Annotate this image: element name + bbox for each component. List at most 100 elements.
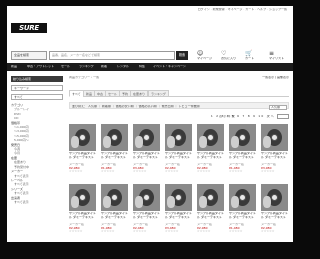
product-title[interactable]: サンプル商品タイトル ダミーテキスト <box>101 152 128 163</box>
nav-item[interactable]: 中古・アウトレット <box>27 65 54 69</box>
rating-stars: ☆☆☆☆☆ <box>101 169 115 174</box>
nav-item[interactable]: レンタル <box>117 65 129 69</box>
product-title[interactable]: サンプル商品タイトル ダミーテキスト <box>261 212 288 223</box>
nav-item[interactable]: イベント・キャンペーン <box>153 65 186 69</box>
preview-play-icon[interactable] <box>111 194 118 201</box>
mypage-label: マイページ <box>197 57 212 60</box>
product-title[interactable]: サンプル商品タイトル ダミーテキスト <box>197 212 224 223</box>
product-thumbnail[interactable] <box>229 124 256 151</box>
sidebar-filter-option[interactable]: すべて表示 <box>11 200 63 204</box>
site-logo[interactable]: SURE <box>11 23 47 33</box>
page-links[interactable]: 1 2 3 4 5 6 7 8 9 10 次へ <box>211 115 275 119</box>
rating-stars: ☆☆☆☆☆ <box>229 169 243 174</box>
preview-play-icon[interactable] <box>207 134 214 141</box>
tab-sale[interactable]: セール <box>105 90 121 97</box>
preview-play-icon[interactable] <box>271 194 278 201</box>
product-title[interactable]: サンプル商品タイトル ダミーテキスト <box>69 212 96 223</box>
search-category-select[interactable]: 全品を検索 <box>11 51 47 60</box>
product-card[interactable]: サンプル商品タイトル ダミーテキスト メーカー名 ¥1,480 ☆☆☆☆☆ <box>229 184 256 240</box>
preview-play-icon[interactable] <box>175 194 182 201</box>
preview-play-icon[interactable] <box>143 134 150 141</box>
product-thumbnail[interactable] <box>133 184 160 211</box>
product-title[interactable]: サンプル商品タイトル ダミーテキスト <box>197 152 224 163</box>
preview-play-icon[interactable] <box>207 194 214 201</box>
product-card[interactable]: サンプル商品タイトル ダミーテキスト メーカー名 ¥2,480 ☆☆☆☆☆ <box>133 184 160 240</box>
utility-links[interactable]: ログイン · 新規登録 · マイページ · カート · ヘルプ · ショップ一覧 <box>198 8 287 12</box>
product-title[interactable]: サンプル商品タイトル ダミーテキスト <box>69 152 96 163</box>
search-input[interactable]: 品番、品名、メーカー名などで検索 <box>49 51 175 60</box>
product-title[interactable]: サンプル商品タイトル ダミーテキスト <box>165 212 192 223</box>
product-title[interactable]: サンプル商品タイトル ダミーテキスト <box>133 212 160 223</box>
mylist-link[interactable]: ≡ マイリスト <box>269 51 293 61</box>
preview-play-icon[interactable] <box>79 194 86 201</box>
product-card[interactable]: サンプル商品タイトル ダミーテキスト メーカー名 ¥2,980 ☆☆☆☆☆ <box>261 184 288 240</box>
product-card[interactable]: サンプル商品タイトル ダミーテキスト メーカー名 ¥3,480 ☆☆☆☆☆ <box>165 184 192 240</box>
thumbnail-figure <box>71 196 79 208</box>
product-card[interactable]: サンプル商品タイトル ダミーテキスト メーカー名 ¥1,480 ☆☆☆☆☆ <box>229 124 256 180</box>
sort-options[interactable]: 並び替え： 人気順 ｜ 新着順 ｜ 価格の安い順 ｜ 価格の高い順 ｜ 発売日順… <box>72 105 200 109</box>
rating-stars: ☆☆☆☆☆ <box>69 169 83 174</box>
cart-link[interactable]: 🛒 カート <box>245 51 269 61</box>
nav-item[interactable]: 特集 <box>139 65 145 69</box>
favorites-link[interactable]: ♡ お気に入り <box>221 51 245 61</box>
product-thumbnail[interactable] <box>261 184 288 211</box>
tab-ranking[interactable]: ランキング <box>148 90 169 97</box>
nav-item[interactable]: 新着 <box>101 65 107 69</box>
preview-play-icon[interactable] <box>79 134 86 141</box>
product-title[interactable]: サンプル商品タイトル ダミーテキスト <box>229 152 256 163</box>
product-card[interactable]: サンプル商品タイトル ダミーテキスト メーカー名 ¥2,980 ☆☆☆☆☆ <box>69 124 96 180</box>
product-card[interactable]: サンプル商品タイトル ダミーテキスト メーカー名 ¥2,980 ☆☆☆☆☆ <box>69 184 96 240</box>
product-title[interactable]: サンプル商品タイトル ダミーテキスト <box>261 152 288 163</box>
sidebar-keyword-input[interactable]: キーワード <box>11 85 63 91</box>
product-card[interactable]: サンプル商品タイトル ダミーテキスト メーカー名 ¥2,480 ☆☆☆☆☆ <box>165 124 192 180</box>
rating-stars: ☆☆☆☆☆ <box>261 169 275 174</box>
tab-in-stock[interactable]: 在庫あり <box>130 90 149 97</box>
sidebar-select[interactable]: すべて <box>11 94 63 100</box>
tab-all[interactable]: すべて <box>69 90 84 97</box>
product-title[interactable]: サンプル商品タイトル ダミーテキスト <box>165 152 192 163</box>
product-thumbnail[interactable] <box>165 184 192 211</box>
preview-play-icon[interactable] <box>271 134 278 141</box>
nav-item[interactable]: セール <box>61 65 70 69</box>
product-thumbnail[interactable] <box>69 184 96 211</box>
nav-item[interactable]: ランキング <box>79 65 94 69</box>
preview-play-icon[interactable] <box>239 194 246 201</box>
thumbnail-figure <box>199 136 207 148</box>
view-toggle-links[interactable]: 一覧表示 | 画像表示 <box>262 76 289 80</box>
product-thumbnail[interactable] <box>229 184 256 211</box>
search-button[interactable]: 検索 <box>176 51 188 60</box>
product-thumbnail[interactable] <box>197 124 224 151</box>
product-thumbnail[interactable] <box>101 124 128 151</box>
preview-play-icon[interactable] <box>111 134 118 141</box>
per-page-select[interactable] <box>277 114 289 119</box>
breadcrumb[interactable]: 商品カテゴリー › 一覧 <box>69 76 99 80</box>
product-thumbnail[interactable] <box>197 184 224 211</box>
product-thumbnail[interactable] <box>101 184 128 211</box>
product-title[interactable]: サンプル商品タイトル ダミーテキスト <box>133 152 160 163</box>
product-card[interactable]: サンプル商品タイトル ダミーテキスト メーカー名 ¥3,480 ☆☆☆☆☆ <box>133 124 160 180</box>
category-tabs: すべて 新品 中古 セール 予約 在庫あり ランキング <box>69 90 289 97</box>
product-card[interactable]: サンプル商品タイトル ダミーテキスト メーカー名 ¥2,980 ☆☆☆☆☆ <box>197 124 224 180</box>
product-title[interactable]: サンプル商品タイトル ダミーテキスト <box>229 212 256 223</box>
preview-play-icon[interactable] <box>239 134 246 141</box>
product-thumbnail[interactable] <box>69 124 96 151</box>
product-card[interactable]: サンプル商品タイトル ダミーテキスト メーカー名 ¥1,980 ☆☆☆☆☆ <box>101 184 128 240</box>
product-title[interactable]: サンプル商品タイトル ダミーテキスト <box>101 212 128 223</box>
thumbnail-figure <box>231 136 239 148</box>
product-thumbnail[interactable] <box>261 124 288 151</box>
browser-viewport: ログイン · 新規登録 · マイページ · カート · ヘルプ · ショップ一覧… <box>7 6 293 242</box>
preview-play-icon[interactable] <box>175 134 182 141</box>
thumbnail-figure <box>199 196 207 208</box>
mypage-link[interactable]: ☺ マイページ <box>197 51 221 61</box>
product-card[interactable]: サンプル商品タイトル ダミーテキスト メーカー名 ¥2,980 ☆☆☆☆☆ <box>197 184 224 240</box>
product-thumbnail[interactable] <box>133 124 160 151</box>
nav-item[interactable]: 新品 <box>11 65 17 69</box>
favorites-label: お気に入り <box>221 57 237 60</box>
filter-sidebar: 絞り込み検索 キーワード すべて カテゴリ ブルーレイ DVD CD 価格帯 ～1,000… <box>11 76 63 242</box>
product-card[interactable]: サンプル商品タイトル ダミーテキスト メーカー名 ¥3,980 ☆☆☆☆☆ <box>261 124 288 180</box>
preview-play-icon[interactable] <box>143 194 150 201</box>
sort-select[interactable]: 人気順 <box>269 104 287 110</box>
rating-stars: ☆☆☆☆☆ <box>197 169 211 174</box>
product-card[interactable]: サンプル商品タイトル ダミーテキスト メーカー名 ¥1,980 ☆☆☆☆☆ <box>101 124 128 180</box>
product-thumbnail[interactable] <box>165 124 192 151</box>
